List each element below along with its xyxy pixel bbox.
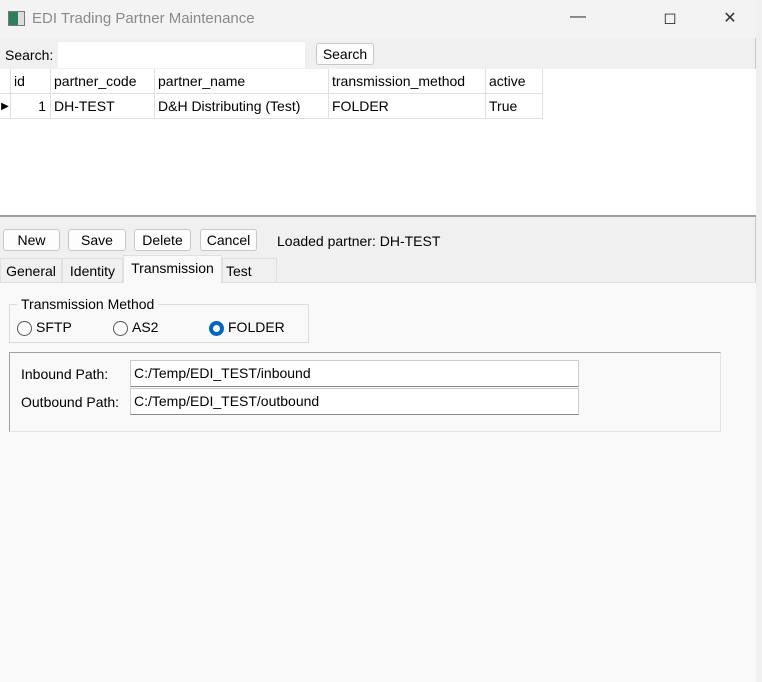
table-cell-active[interactable]: True — [486, 94, 543, 119]
radio-label: FOLDER — [228, 319, 285, 335]
title-bar: EDI Trading Partner Maintenance — ◻ ✕ — [0, 0, 756, 38]
table-cell-id[interactable]: 1 — [11, 94, 51, 119]
column-header-partner-name[interactable]: partner_name — [155, 69, 329, 94]
tab-identity[interactable]: Identity — [62, 258, 123, 283]
window-title: EDI Trading Partner Maintenance — [32, 10, 255, 27]
search-input[interactable] — [58, 42, 305, 68]
radio-folder[interactable]: FOLDER — [209, 319, 285, 336]
partners-grid: id partner_code partner_name transmissio… — [0, 69, 756, 217]
tab-general[interactable]: General — [0, 258, 62, 283]
radio-icon — [17, 320, 32, 336]
radio-selected-icon — [209, 320, 224, 336]
save-button[interactable]: Save — [68, 229, 126, 251]
radio-label: AS2 — [132, 319, 159, 335]
app-window: EDI Trading Partner Maintenance — ◻ ✕ Se… — [0, 0, 756, 682]
minimize-icon[interactable]: — — [566, 8, 590, 30]
delete-button[interactable]: Delete — [134, 229, 191, 251]
table-cell-transmission-method[interactable]: FOLDER — [329, 94, 486, 119]
close-icon[interactable]: ✕ — [718, 8, 742, 30]
inbound-path-label: Inbound Path: — [21, 366, 109, 382]
radio-label: SFTP — [36, 319, 72, 335]
cancel-button[interactable]: Cancel — [200, 229, 257, 251]
table-cell-partner-code[interactable]: DH-TEST — [51, 94, 155, 119]
outbound-path-label: Outbound Path: — [21, 394, 120, 410]
app-icon — [8, 11, 25, 26]
column-header-transmission-method[interactable]: transmission_method — [329, 69, 486, 94]
radio-icon — [113, 320, 128, 336]
column-header-active[interactable]: active — [486, 69, 543, 94]
radio-as2[interactable]: AS2 — [113, 319, 158, 336]
tab-test[interactable]: Test — [222, 258, 277, 283]
status-label: Loaded partner: DH-TEST — [277, 233, 441, 249]
column-header-partner-code[interactable]: partner_code — [51, 69, 155, 94]
outbound-path-input[interactable]: C:/Temp/EDI_TEST/outbound — [130, 388, 579, 415]
table-cell-partner-name[interactable]: D&H Distributing (Test) — [155, 94, 329, 119]
radio-sftp[interactable]: SFTP — [17, 319, 72, 336]
group-label: Transmission Method — [17, 296, 159, 312]
tab-transmission[interactable]: Transmission — [123, 255, 222, 283]
new-button[interactable]: New — [3, 229, 60, 251]
current-row-icon: ▶ — [0, 94, 11, 119]
column-header-id[interactable]: id — [11, 69, 51, 94]
maximize-icon[interactable]: ◻ — [658, 8, 682, 30]
inbound-path-input[interactable]: C:/Temp/EDI_TEST/inbound — [130, 360, 579, 387]
row-header — [0, 69, 11, 94]
search-button[interactable]: Search — [316, 43, 374, 65]
search-label: Search: — [5, 47, 54, 63]
